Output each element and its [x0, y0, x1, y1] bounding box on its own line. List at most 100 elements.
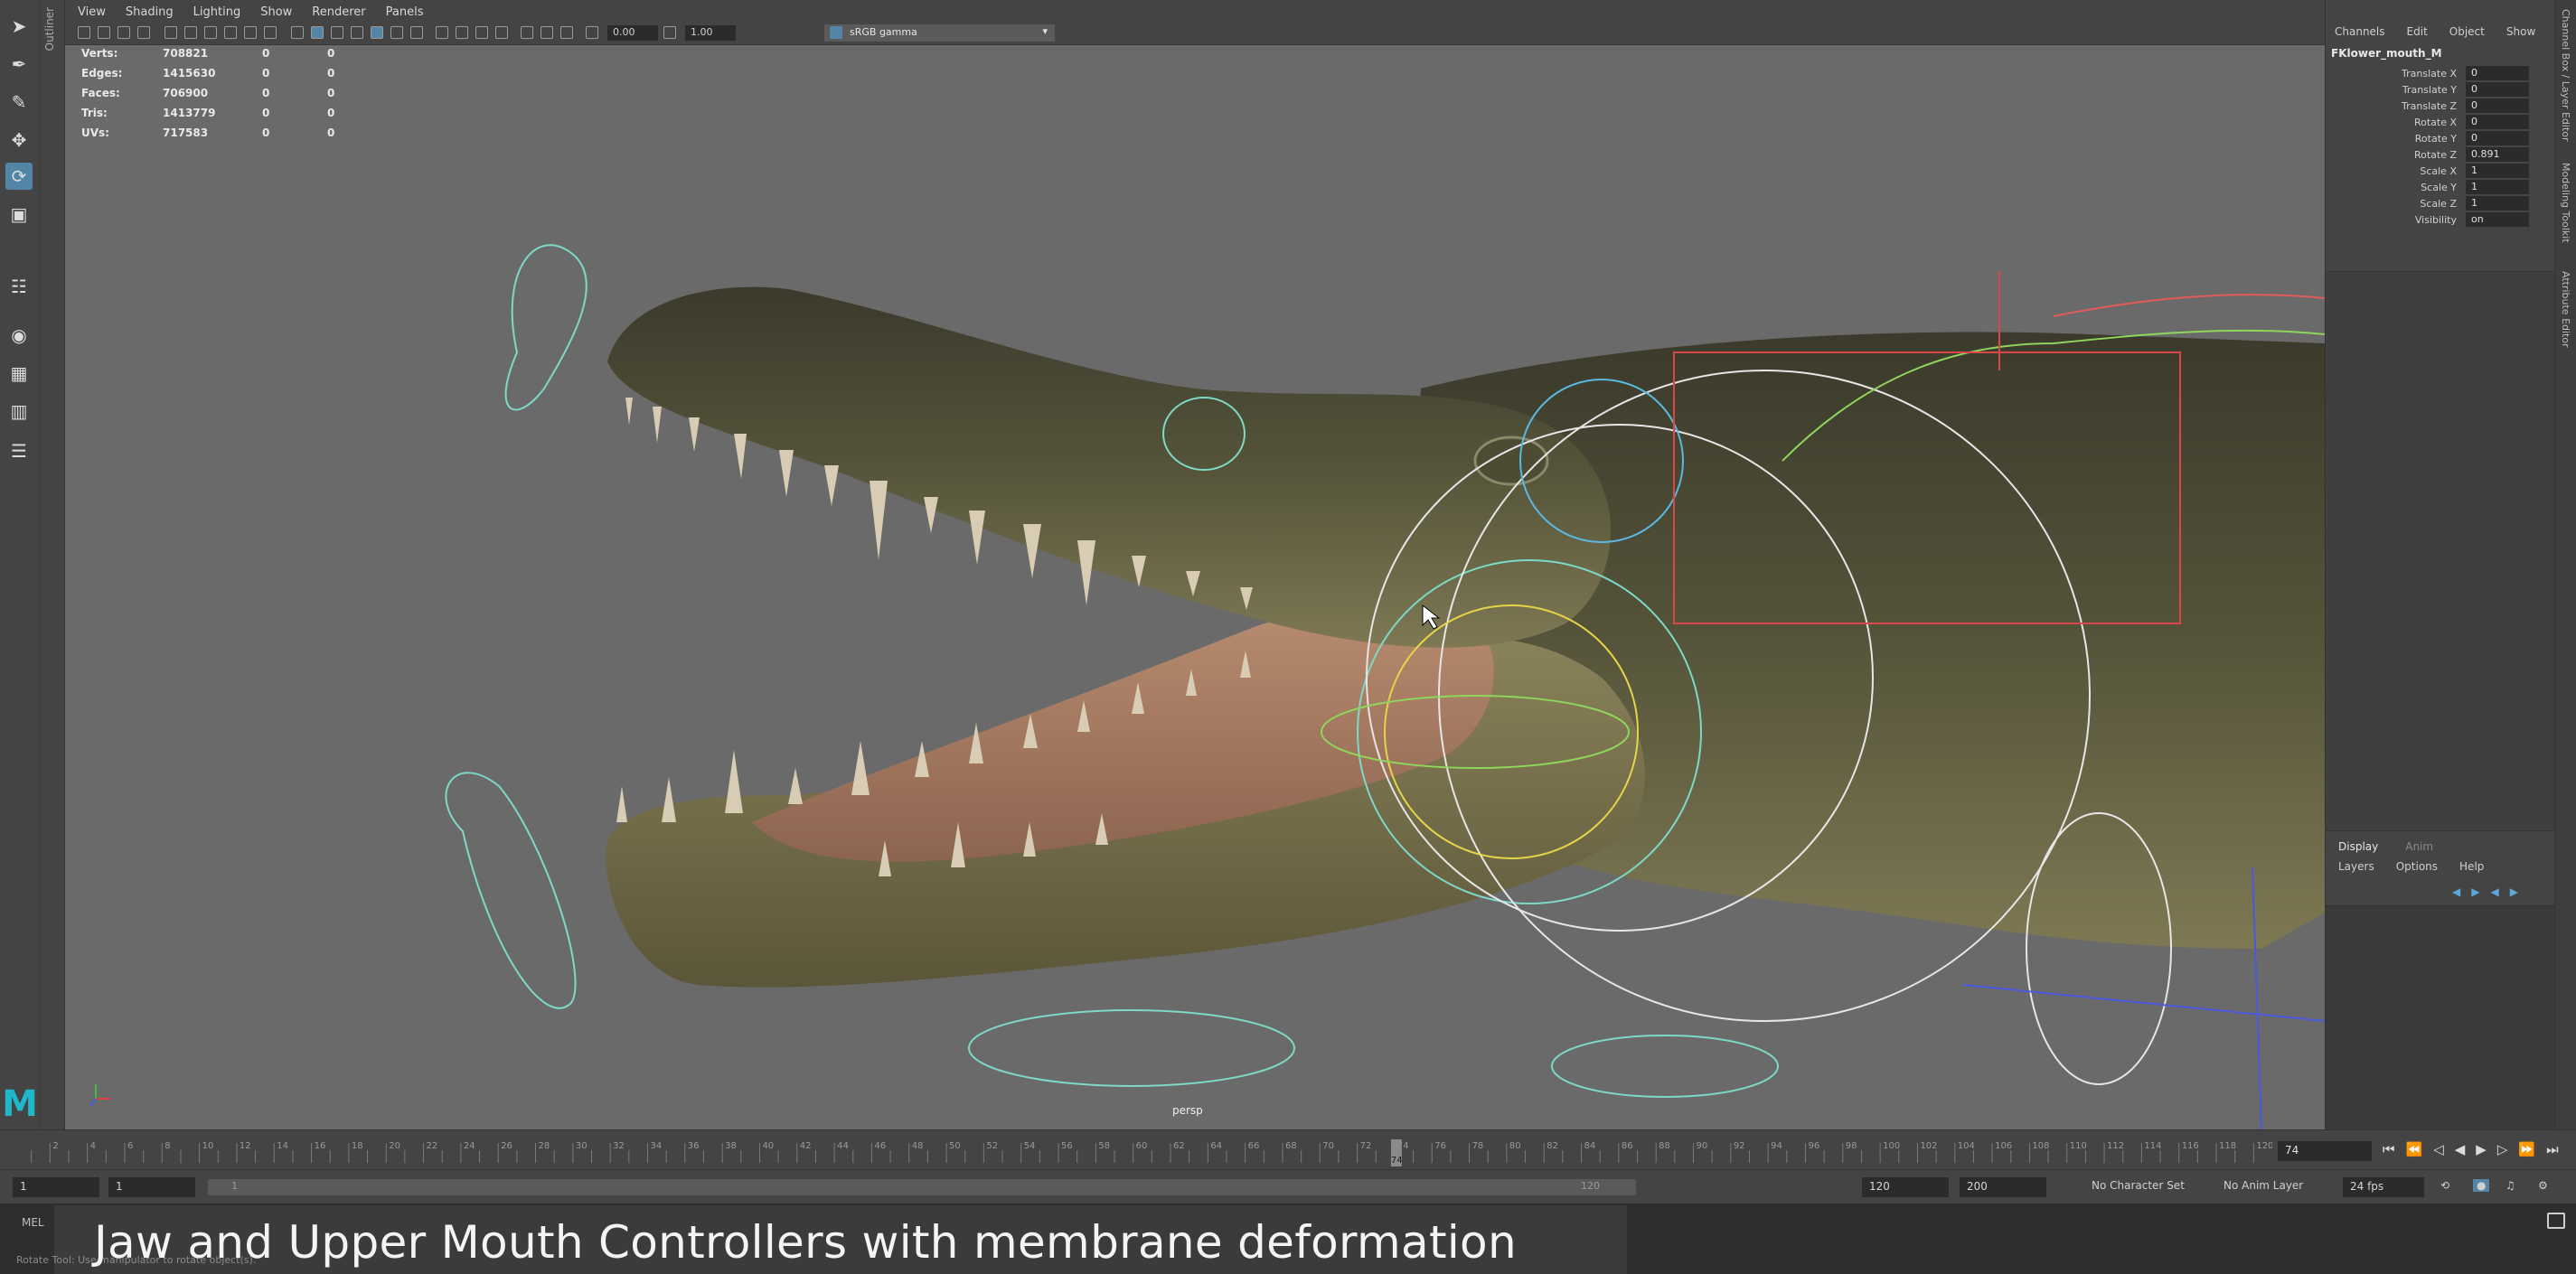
script-editor-icon[interactable]	[2547, 1213, 2565, 1229]
shadows-icon[interactable]	[410, 26, 423, 39]
camera-icon[interactable]	[78, 26, 90, 39]
menu-view[interactable]: View	[78, 5, 106, 19]
wireframe-icon[interactable]	[291, 26, 304, 39]
menu-show[interactable]: Show	[260, 5, 292, 19]
select-tool-icon[interactable]: ➤	[5, 13, 33, 40]
attr-value[interactable]: 0	[2466, 115, 2529, 129]
current-frame-field[interactable]: 74	[2278, 1141, 2372, 1161]
go-to-end-icon[interactable]: ⏭	[2546, 1141, 2559, 1157]
attr-row-scale-z[interactable]: Scale Z 1	[2326, 195, 2576, 211]
play-forward-icon[interactable]: ▶	[2476, 1141, 2487, 1157]
gate-mask-icon[interactable]	[224, 26, 237, 39]
step-forward-frame-icon[interactable]: ▷	[2497, 1141, 2508, 1157]
tab-display[interactable]: Display	[2338, 840, 2378, 853]
side-tab-channel-box[interactable]: Channel Box / Layer Editor	[2560, 9, 2571, 142]
move-layer-up-icon[interactable]: ◀	[2452, 885, 2460, 898]
tab-anim[interactable]: Anim	[2405, 840, 2433, 853]
anti-aliasing-icon[interactable]	[475, 26, 488, 39]
attr-value[interactable]: 1	[2466, 196, 2529, 211]
attr-value[interactable]: 1	[2466, 164, 2529, 178]
attr-row-rotate-z[interactable]: Rotate Z 0.891	[2326, 146, 2576, 163]
smooth-shade-icon[interactable]	[311, 26, 324, 39]
ambient-occlusion-icon[interactable]	[436, 26, 448, 39]
loop-icon[interactable]: ⟲	[2440, 1179, 2449, 1192]
new-layer-icon[interactable]: ◀	[2490, 885, 2498, 898]
use-lights-icon[interactable]	[390, 26, 403, 39]
xray-icon[interactable]	[541, 26, 553, 39]
attr-row-translate-x[interactable]: Translate X 0	[2326, 65, 2576, 81]
lasso-tool-icon[interactable]: ✒	[5, 51, 33, 78]
xray-joints-icon[interactable]	[560, 26, 573, 39]
film-gate-icon[interactable]	[184, 26, 197, 39]
attr-value[interactable]: 0	[2466, 82, 2529, 97]
resolution-gate-icon[interactable]	[204, 26, 217, 39]
outliner-tab[interactable]: Outliner	[40, 0, 65, 1129]
attr-value[interactable]: 0.891	[2466, 147, 2529, 162]
menu-renderer[interactable]: Renderer	[312, 5, 365, 19]
side-tab-modeling-toolkit[interactable]: Modeling Toolkit	[2560, 163, 2571, 243]
menu-edit[interactable]: Edit	[2407, 25, 2428, 38]
menu-layers[interactable]: Layers	[2338, 860, 2374, 873]
time-slider[interactable]: 2 4 6 8 10 12 14 16 18 20 22 24 26 28 30 32 34 36 38 40 42 44…	[0, 1129, 2576, 1169]
attr-value[interactable]: 0	[2466, 131, 2529, 145]
exposure-field[interactable]: 0.00	[607, 25, 658, 41]
textured-icon[interactable]	[351, 26, 363, 39]
attr-value[interactable]: 0	[2466, 66, 2529, 80]
camera-attributes-icon[interactable]	[98, 26, 110, 39]
step-forward-key-icon[interactable]: ⏩	[2518, 1141, 2535, 1157]
isolate-select-icon[interactable]	[521, 26, 533, 39]
menu-object[interactable]: Object	[2449, 25, 2485, 38]
auto-key-icon[interactable]: ●	[2473, 1179, 2490, 1192]
step-back-key-icon[interactable]: ⏪	[2406, 1141, 2423, 1157]
gamma-icon[interactable]	[663, 26, 676, 39]
fps-select[interactable]: 24 fps	[2343, 1177, 2424, 1197]
attr-value[interactable]: on	[2466, 212, 2529, 227]
audio-icon[interactable]: ♫	[2505, 1179, 2515, 1192]
color-space-select[interactable]: sRGB gamma ▾	[824, 24, 1055, 42]
menu-lighting[interactable]: Lighting	[193, 5, 241, 19]
rotate-tool-icon[interactable]: ⟳	[5, 163, 33, 190]
attr-row-rotate-x[interactable]: Rotate X 0	[2326, 114, 2576, 130]
scale-tool-icon[interactable]: ▣	[5, 201, 33, 228]
bookmark-icon[interactable]	[118, 26, 130, 39]
attr-row-scale-x[interactable]: Scale X 1	[2326, 163, 2576, 179]
menu-channels[interactable]: Channels	[2335, 25, 2385, 38]
range-bar[interactable]: 1 120	[208, 1179, 1636, 1195]
time-ruler[interactable]: 2 4 6 8 10 12 14 16 18 20 22 24 26 28 30 32 34 36 38 40 42 44…	[13, 1139, 2272, 1166]
attr-row-visibility[interactable]: Visibility on	[2326, 211, 2576, 228]
show-manipulator-icon[interactable]: ◉	[5, 322, 33, 349]
attr-value[interactable]: 1	[2466, 180, 2529, 194]
attr-row-scale-y[interactable]: Scale Y 1	[2326, 179, 2576, 195]
gamma-field[interactable]: 1.00	[685, 25, 736, 41]
settings-icon[interactable]: ⚙	[2538, 1179, 2548, 1192]
attr-row-translate-z[interactable]: Translate Z 0	[2326, 98, 2576, 114]
playback-end-field[interactable]: 120	[1862, 1177, 1949, 1197]
step-back-frame-icon[interactable]: ◁	[2433, 1141, 2444, 1157]
motion-blur-icon[interactable]	[456, 26, 468, 39]
new-layer-selected-icon[interactable]: ▶	[2510, 885, 2518, 898]
attr-row-rotate-y[interactable]: Rotate Y 0	[2326, 130, 2576, 146]
side-tab-attribute-editor[interactable]: Attribute Editor	[2560, 271, 2571, 348]
grid-icon[interactable]	[165, 26, 177, 39]
attr-row-translate-y[interactable]: Translate Y 0	[2326, 81, 2576, 98]
range-start-field[interactable]: 1	[13, 1177, 99, 1197]
node-name[interactable]: FKlower_mouth_M	[2326, 38, 2576, 65]
go-to-start-icon[interactable]: ⏮	[2383, 1141, 2395, 1157]
image-plane-icon[interactable]	[137, 26, 150, 39]
menu-options[interactable]: Options	[2396, 860, 2438, 873]
anim-layer-select[interactable]: No Anim Layer	[2223, 1179, 2303, 1192]
mel-label[interactable]: MEL	[22, 1216, 44, 1229]
menu-show-cb[interactable]: Show	[2506, 25, 2535, 38]
menu-panels[interactable]: Panels	[386, 5, 424, 19]
paint-select-icon[interactable]: ✎	[5, 89, 33, 116]
playback-start-field[interactable]: 1	[108, 1177, 195, 1197]
viewport[interactable]: View Shading Lighting Show Renderer Pane…	[65, 0, 2325, 1129]
layout-single-icon[interactable]: ▦	[5, 360, 33, 387]
wireframe-on-shaded-icon[interactable]	[371, 26, 383, 39]
color-management-toggle[interactable]	[830, 26, 842, 39]
move-layer-down-icon[interactable]: ▶	[2471, 885, 2479, 898]
outliner-layout-icon[interactable]: ☰	[5, 437, 33, 464]
depth-of-field-icon[interactable]	[495, 26, 508, 39]
character-set-select[interactable]: No Character Set	[2092, 1179, 2185, 1192]
play-backward-icon[interactable]: ◀	[2455, 1141, 2466, 1157]
